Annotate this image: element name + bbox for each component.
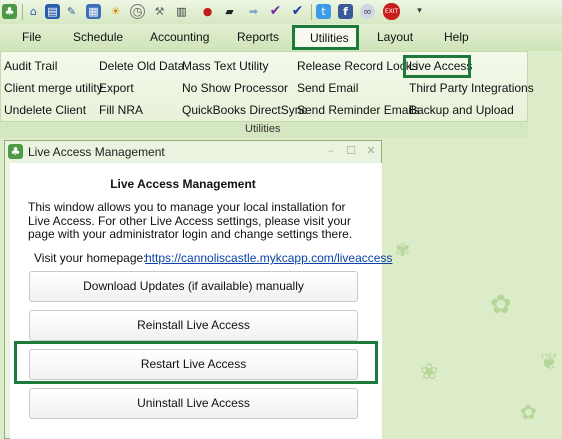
clock-icon[interactable]: ◷ [130,4,145,19]
arrow-icon[interactable]: ➡ [246,4,261,19]
toolbar-separator [311,4,312,20]
tab-accounting[interactable]: Accounting [150,30,209,44]
link-icon[interactable]: ∞ [360,4,375,19]
butterfly-decoration: ❦ [540,350,559,375]
calculator-icon[interactable]: ▦ [86,4,101,19]
tab-schedule[interactable]: Schedule [73,30,123,44]
home-icon[interactable]: ⌂ [26,4,41,19]
mass-text-utility-item[interactable]: Mass Text Utility [182,59,268,73]
dialog-description: This window allows you to manage your lo… [28,200,353,241]
graduation-cap-icon[interactable]: ▰ [222,4,237,19]
fill-nra-item[interactable]: Fill NRA [99,103,143,117]
download-updates-button[interactable]: Download Updates (if available) manually [29,271,358,302]
piano-icon[interactable]: ▥ [174,4,189,19]
tab-help[interactable]: Help [444,30,469,44]
app-icon[interactable]: ♣ [2,4,17,19]
quickbooks-directsync-item[interactable]: QuickBooks DirectSync [182,103,307,117]
third-party-integrations-item[interactable]: Third Party Integrations [409,81,534,95]
export-item[interactable]: Export [99,81,134,95]
homepage-label: Visit your homepage: [34,251,147,265]
flower-decoration: ✾ [395,240,411,261]
delete-old-data-item[interactable]: Delete Old Data [99,59,184,73]
facebook-icon[interactable]: f [338,4,353,19]
close-icon[interactable]: ✕ [364,144,378,158]
no-show-processor-item[interactable]: No Show Processor [182,81,288,95]
pencil-icon[interactable]: ✎ [64,4,79,19]
ribbon-tab-bar: File Schedule Accounting Reports Layout … [0,24,562,51]
toolbar-separator [22,4,23,20]
client-merge-utility-item[interactable]: Client merge utility [4,81,103,95]
restart-highlight [14,341,378,384]
dialog-heading: Live Access Management [110,177,256,191]
flower-decoration: ✿ [490,290,512,320]
exit-icon[interactable]: EXIT [383,3,400,20]
app-icon: ♣ [8,144,23,159]
send-reminder-emails-item[interactable]: Send Reminder Emails [297,103,420,117]
homepage-link[interactable]: https://cannoliscastle.mykcapp.com/livea… [145,251,392,265]
flower-decoration: ❀ [420,360,439,385]
flower-decoration: ✿ [520,400,537,424]
tab-layout[interactable]: Layout [377,30,413,44]
uninstall-button[interactable]: Uninstall Live Access [29,388,358,419]
clock-icon[interactable]: ☀ [108,4,123,19]
quick-access-toolbar: ♣ ⌂ ▤ ✎ ▦ ☀ ◷ ⚒ ▥ ● ▰ ➡ ✔ ✔ t f ∞ EXIT ▾ [0,0,562,25]
checkmark-blue-icon[interactable]: ✔ [290,4,305,19]
minimize-icon[interactable]: – [324,144,338,158]
tab-file[interactable]: File [22,30,41,44]
dropdown-arrow-icon[interactable]: ▾ [412,4,427,19]
tab-reports[interactable]: Reports [237,30,279,44]
ribbon-group-label: Utilities [245,123,281,135]
twitter-icon[interactable]: t [316,4,331,19]
live-access-highlight [403,55,471,78]
audit-trail-item[interactable]: Audit Trail [4,59,57,73]
dialog-title: Live Access Management [28,145,165,159]
backup-and-upload-item[interactable]: Backup and Upload [409,103,514,117]
apple-icon[interactable]: ● [200,4,215,19]
undelete-client-item[interactable]: Undelete Client [4,103,86,117]
book-icon[interactable]: ▤ [45,4,60,19]
checkmark-purple-icon[interactable]: ✔ [268,4,283,19]
release-record-locks-item[interactable]: Release Record Locks [297,59,418,73]
send-email-item[interactable]: Send Email [297,81,358,95]
tab-utilities-label[interactable]: Utilities [310,31,349,45]
maximize-icon[interactable]: ☐ [344,144,358,158]
wrench-icon[interactable]: ⚒ [152,4,167,19]
reinstall-button[interactable]: Reinstall Live Access [29,310,358,341]
